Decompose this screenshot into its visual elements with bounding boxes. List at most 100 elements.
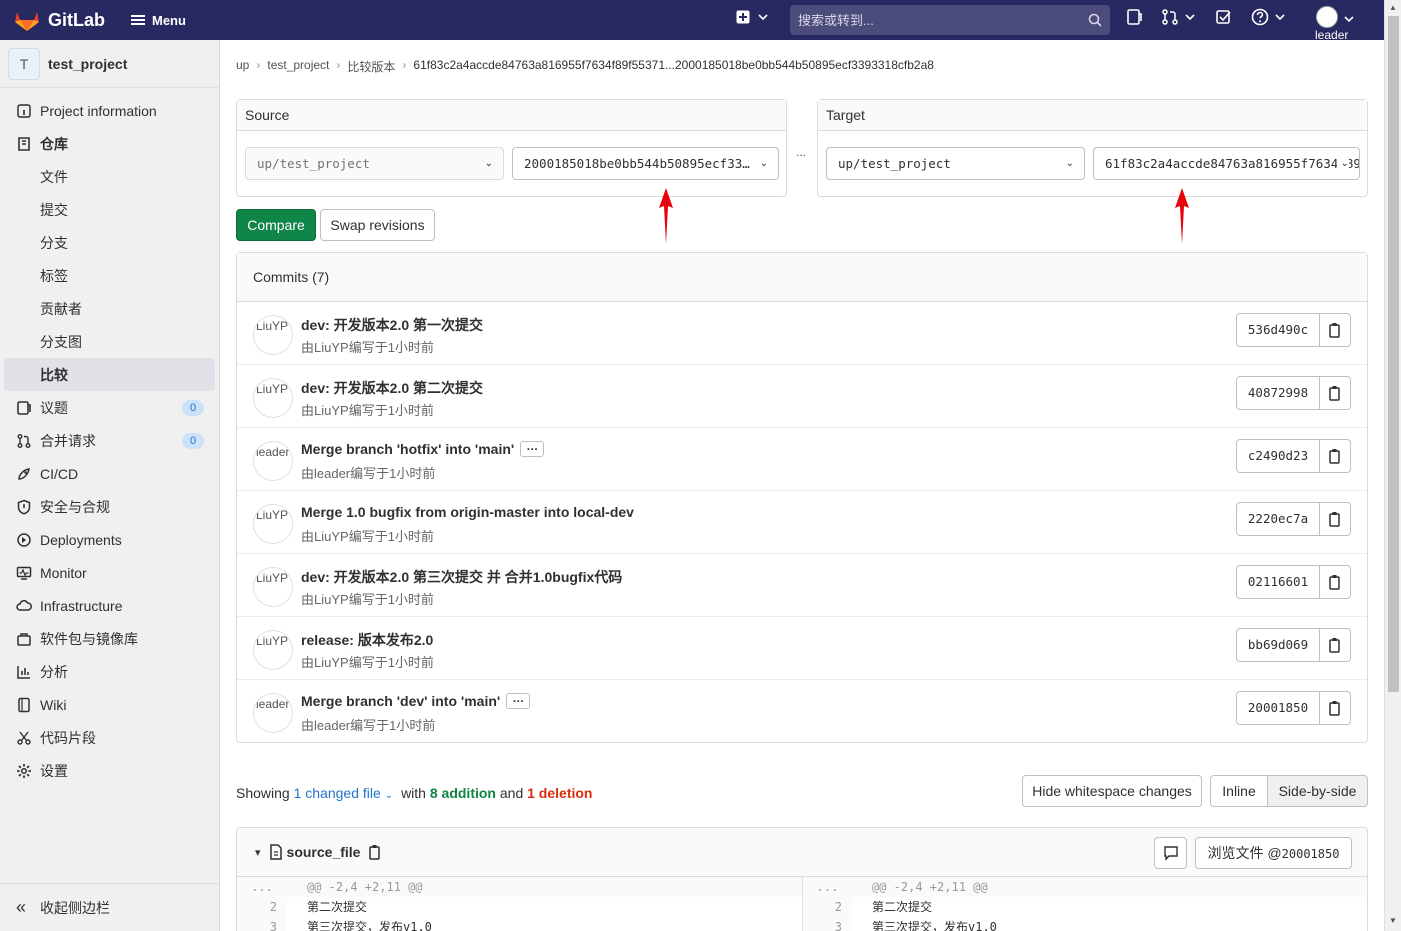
commit-meta: 由leader编写于1小时前 [301, 718, 436, 733]
target-revision-dropdown[interactable]: 61f83c2a4accde84763a816955f7634f89f55371… [1093, 147, 1360, 180]
sidebar-item-wiki[interactable]: Wiki [0, 688, 219, 721]
commit-sha[interactable]: 20001850 [1236, 691, 1320, 725]
copy-sha-button[interactable] [1320, 313, 1351, 347]
compare-button[interactable]: Compare [236, 209, 316, 241]
scroll-up-arrow[interactable]: ▲ [1389, 3, 1397, 12]
swap-revisions-button[interactable]: Swap revisions [320, 209, 435, 241]
sidebar-item-files[interactable]: 文件 [0, 160, 219, 193]
avatar[interactable]: leader's [253, 441, 293, 481]
sidebar-item-compare[interactable]: 比较 [4, 358, 215, 391]
sidebar-item-merge-requests[interactable]: 合并请求 0 [0, 424, 219, 457]
commit-title[interactable]: Merge branch 'hotfix' into 'main' [301, 441, 514, 457]
sidebar-item-project-information[interactable]: Project information [0, 94, 219, 127]
expand-lines[interactable]: ... [802, 877, 852, 897]
sidebar-item-infrastructure[interactable]: Infrastructure [0, 589, 219, 622]
sidebar-item-cicd[interactable]: CI/CD [0, 457, 219, 490]
toggle-description-button[interactable]: … [506, 692, 531, 709]
line-number[interactable]: 3 [802, 917, 852, 931]
todo-check-icon [1216, 10, 1231, 24]
search-input[interactable] [798, 12, 1078, 28]
copy-icon[interactable] [368, 844, 382, 860]
commit-title[interactable]: release: 版本发布2.0 [301, 630, 433, 650]
sidebar-item-deployments[interactable]: Deployments [0, 523, 219, 556]
sidebar-item-tags[interactable]: 标签 [0, 259, 219, 292]
copy-sha-button[interactable] [1320, 502, 1351, 536]
help-dropdown[interactable] [1251, 8, 1287, 26]
commit-meta: 由LiuYP编写于1小时前 [301, 592, 434, 607]
scroll-down-arrow[interactable]: ▼ [1389, 916, 1397, 925]
side-by-side-view-button[interactable]: Side-by-side [1267, 775, 1368, 807]
avatar[interactable]: LiuYP's [253, 504, 293, 544]
commit-sha[interactable]: bb69d069 [1236, 628, 1320, 662]
commit-title[interactable]: dev: 开发版本2.0 第三次提交 并 合并1.0bugfix代码 [301, 567, 622, 587]
gitlab-logo[interactable]: GitLab [14, 8, 105, 32]
avatar[interactable]: LiuYP's [253, 567, 293, 607]
commit-sha[interactable]: 02116601 [1236, 565, 1320, 599]
commit-sha[interactable]: 40872998 [1236, 376, 1320, 410]
toggle-description-button[interactable]: … [520, 440, 545, 457]
new-item-dropdown[interactable] [736, 10, 770, 24]
inline-view-button[interactable]: Inline [1210, 775, 1268, 807]
deployments-icon [15, 531, 33, 549]
source-project-dropdown[interactable]: up/test_project ⌄ [245, 147, 504, 180]
sidebar-item-branches[interactable]: 分支 [0, 226, 219, 259]
hide-whitespace-button[interactable]: Hide whitespace changes [1022, 775, 1202, 807]
copy-sha-button[interactable] [1320, 439, 1351, 473]
chevron-down-icon: ⌄ [755, 148, 768, 179]
copy-sha-button[interactable] [1320, 376, 1351, 410]
todos-shortcut[interactable] [1215, 8, 1233, 26]
breadcrumb-item[interactable]: test_project [267, 58, 329, 75]
avatar[interactable]: LiuYP's [253, 630, 293, 670]
commit-sha[interactable]: 536d490c [1236, 313, 1320, 347]
search-box[interactable] [790, 5, 1110, 35]
comment-button[interactable] [1154, 837, 1187, 869]
collapse-sidebar-button[interactable]: « 收起侧边栏 [0, 883, 219, 931]
avatar[interactable]: LiuYP's [253, 315, 293, 355]
sidebar-item-commits[interactable]: 提交 [0, 193, 219, 226]
sidebar-item-monitor[interactable]: Monitor [0, 556, 219, 589]
vertical-scrollbar[interactable]: ▲ ▼ [1384, 0, 1401, 931]
breadcrumb-item[interactable]: 比较版本 [347, 58, 395, 75]
line-number[interactable]: 3 [237, 917, 287, 931]
breadcrumb-current[interactable]: 61f83c2a4accde84763a816955f7634f89f55371… [413, 58, 934, 75]
user-menu[interactable]: leader [1314, 6, 1354, 42]
sidebar-item-security[interactable]: 安全与合规 [0, 490, 219, 523]
source-revision-panel: Source up/test_project ⌄ 2000185018be0bb… [236, 99, 787, 197]
sidebar-item-repository[interactable]: 仓库 [0, 127, 219, 160]
file-name[interactable]: source_file [287, 844, 361, 860]
breadcrumb-item[interactable]: up [236, 58, 249, 75]
changed-files-dropdown[interactable]: 1 changed file [294, 785, 381, 801]
copy-sha-button[interactable] [1320, 628, 1351, 662]
line-number[interactable]: 2 [237, 897, 287, 917]
chevron-down-icon[interactable]: ▾ [255, 846, 261, 859]
copy-sha-button[interactable] [1320, 691, 1351, 725]
line-number[interactable]: 2 [802, 897, 852, 917]
commit-title[interactable]: Merge 1.0 bugfix from origin-master into… [301, 504, 634, 520]
sidebar-item-settings[interactable]: 设置 [0, 754, 219, 787]
menu-button[interactable]: Menu [131, 13, 186, 28]
sidebar-item-analytics[interactable]: 分析 [0, 655, 219, 688]
commit-title[interactable]: Merge branch 'dev' into 'main' [301, 693, 500, 709]
sidebar-item-issues[interactable]: 议题 0 [0, 391, 219, 424]
copy-sha-button[interactable] [1320, 565, 1351, 599]
sidebar-item-snippets[interactable]: 代码片段 [0, 721, 219, 754]
avatar[interactable]: LiuYP's [253, 378, 293, 418]
commit-sha[interactable]: c2490d23 [1236, 439, 1320, 473]
sidebar-item-graph[interactable]: 分支图 [0, 325, 219, 358]
merge-requests-shortcut[interactable] [1161, 8, 1197, 26]
commit-row: LiuYP's release: 版本发布2.0 由LiuYP编写于1小时前 bb69… [237, 617, 1367, 680]
commit-title[interactable]: dev: 开发版本2.0 第二次提交 [301, 378, 483, 398]
copy-icon [1329, 512, 1340, 527]
commit-sha[interactable]: 2220ec7a [1236, 502, 1320, 536]
expand-lines[interactable]: ... [237, 877, 287, 897]
target-project-dropdown[interactable]: up/test_project ⌄ [826, 147, 1085, 180]
scrollbar-thumb[interactable] [1388, 16, 1399, 692]
sidebar-item-packages[interactable]: 软件包与镜像库 [0, 622, 219, 655]
view-file-button[interactable]: 浏览文件 @20001850 [1195, 837, 1352, 869]
avatar[interactable]: leader's [253, 693, 293, 733]
sidebar-item-contributors[interactable]: 贡献者 [0, 292, 219, 325]
sidebar-project-link[interactable]: T test_project [0, 40, 219, 88]
commit-title[interactable]: dev: 开发版本2.0 第一次提交 [301, 315, 483, 335]
source-revision-dropdown[interactable]: 2000185018be0bb544b50895ecf3393318cfb2a8… [512, 147, 779, 180]
issues-shortcut[interactable] [1125, 8, 1143, 26]
